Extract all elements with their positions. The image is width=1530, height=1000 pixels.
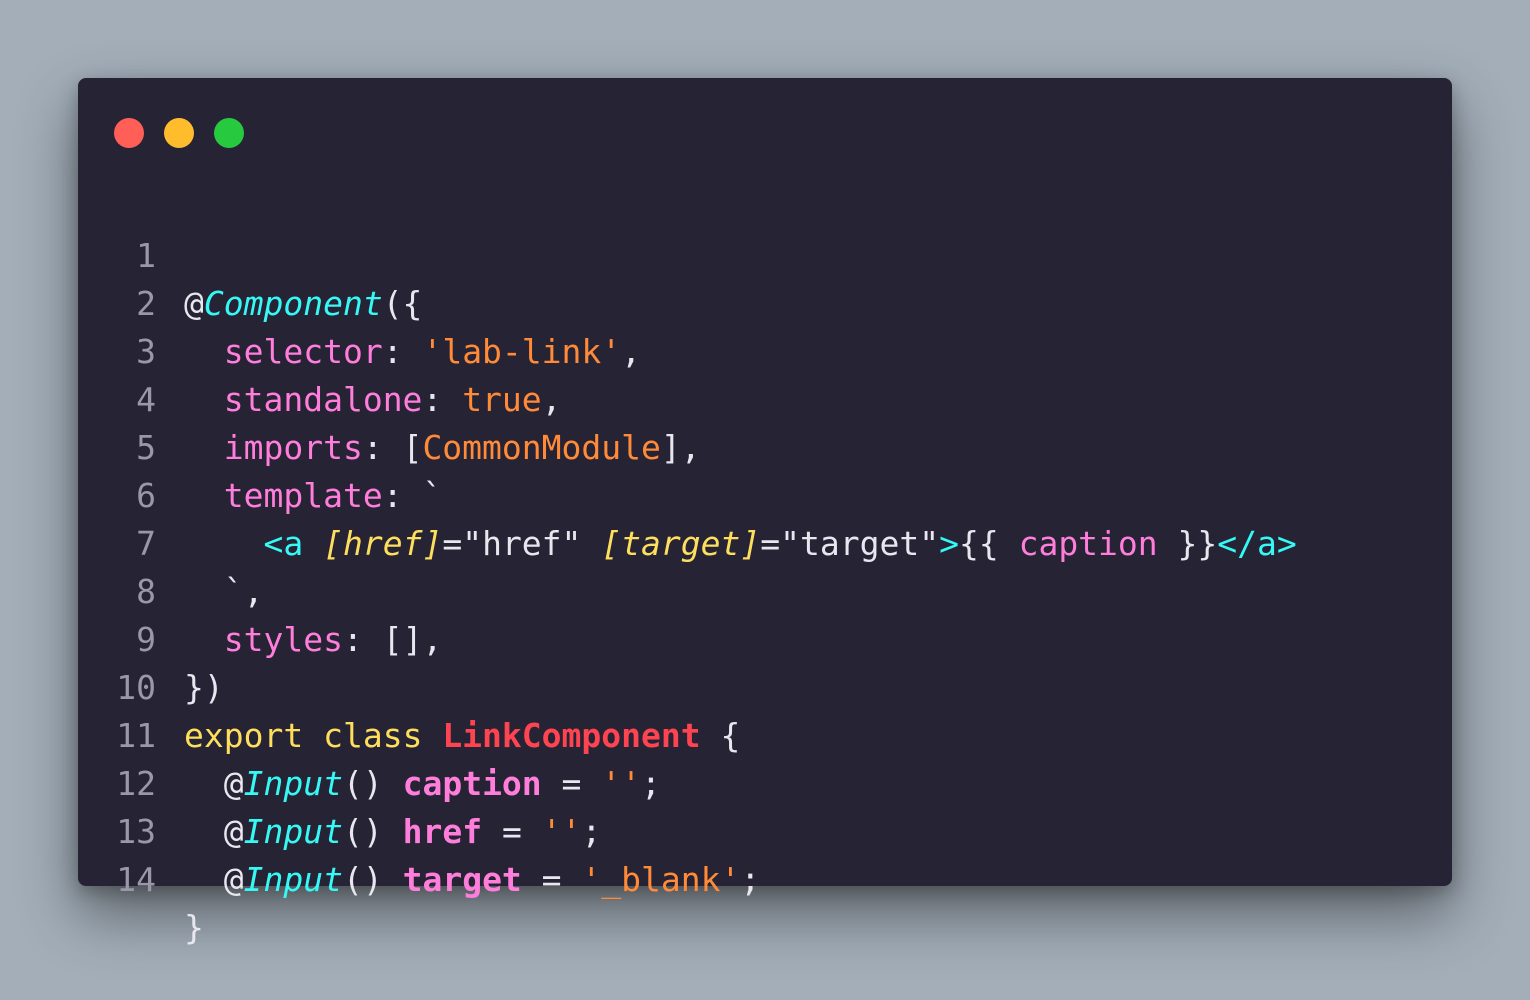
code-line-9: 9 }): [78, 568, 1452, 707]
code-block: 1 @Component({ 2 selector: 'lab-link', 3…: [78, 184, 1452, 947]
code-line-8: 8 styles: [],: [78, 520, 1452, 659]
line-content: }: [184, 904, 204, 952]
code-line-7: 7 `,: [78, 472, 1452, 611]
code-window: 1 @Component({ 2 selector: 'lab-link', 3…: [78, 78, 1452, 947]
punctuation: =: [521, 860, 582, 899]
code-line-12: 12 @Input() href = '';: [78, 712, 1452, 851]
punctuation: (): [342, 860, 383, 899]
line-content: @Input() target = '_blank';: [184, 856, 761, 904]
code-line-1: 1 @Component({: [78, 184, 1452, 323]
code-line-5: 5 template: `: [78, 376, 1452, 515]
code-line-4: 4 imports: [CommonModule],: [78, 328, 1452, 467]
punctuation: ;: [740, 860, 761, 899]
close-button[interactable]: [114, 118, 144, 148]
code-line-11: 11 @Input() caption = '';: [78, 664, 1452, 803]
code-line-3: 3 standalone: true,: [78, 280, 1452, 419]
code-line-6: 6 <a [href]="href" [target]="target">{{ …: [78, 424, 1452, 563]
decorator-at: @: [223, 860, 244, 899]
field-name: target: [402, 860, 522, 899]
line-number: 14: [116, 860, 156, 899]
decorator-name: Input: [243, 860, 343, 899]
code-line-13: 13 @Input() target = '_blank';: [78, 760, 1452, 899]
punctuation: }: [184, 908, 204, 947]
maximize-button[interactable]: [214, 118, 244, 148]
code-line-2: 2 selector: 'lab-link',: [78, 232, 1452, 371]
code-line-10: 10 export class LinkComponent {: [78, 616, 1452, 755]
code-line-14: 14 }: [78, 808, 1452, 947]
minimize-button[interactable]: [164, 118, 194, 148]
string-value: '_blank': [581, 860, 741, 899]
